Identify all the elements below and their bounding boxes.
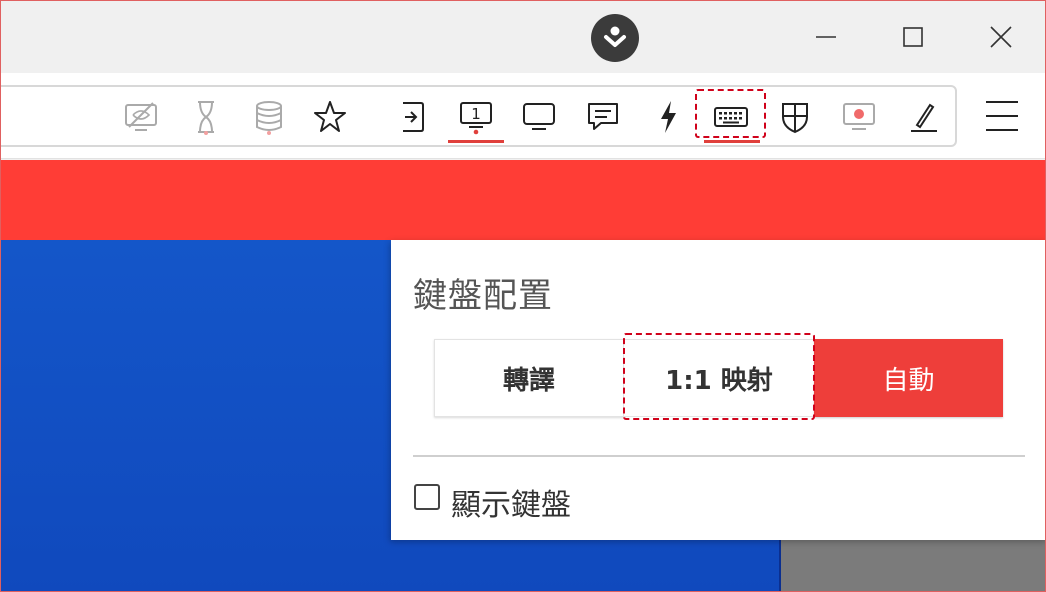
mode-translate-button[interactable]: 轉譯 xyxy=(434,339,624,417)
show-keyboard-checkbox[interactable] xyxy=(414,484,440,510)
download-circle-icon[interactable] xyxy=(591,14,639,62)
enter-icon[interactable] xyxy=(393,97,433,137)
active-indicator-screen xyxy=(448,140,504,143)
shield-icon[interactable] xyxy=(775,97,815,137)
minimize-icon[interactable] xyxy=(804,17,848,57)
accent-bar xyxy=(1,160,1045,240)
show-keyboard-label[interactable]: 顯示鍵盤 xyxy=(451,480,571,524)
keyboard-highlight xyxy=(695,89,766,138)
title-bar xyxy=(1,1,1045,73)
pen-icon[interactable] xyxy=(903,97,943,137)
database-icon[interactable] xyxy=(249,97,289,137)
hamburger-icon[interactable] xyxy=(981,96,1023,136)
record-icon[interactable] xyxy=(839,97,879,137)
screen-off-icon[interactable] xyxy=(121,97,161,137)
mode-auto-button[interactable]: 自動 xyxy=(814,339,1003,417)
divider xyxy=(413,455,1025,457)
screen-one-label: 1 xyxy=(471,105,481,123)
hourglass-icon[interactable] xyxy=(186,97,226,137)
active-indicator-keyboard xyxy=(704,140,760,143)
app-window: 1 鍵盤配置 轉譯 1:1 映射 自動 顯示鍵盤 xyxy=(0,0,1046,592)
lightning-icon[interactable] xyxy=(648,97,688,137)
screen-one-icon[interactable]: 1 xyxy=(456,97,496,137)
monitor-icon[interactable] xyxy=(519,97,559,137)
panel-title: 鍵盤配置 xyxy=(413,276,553,316)
keyboard-config-panel: 鍵盤配置 轉譯 1:1 映射 自動 顯示鍵盤 xyxy=(391,240,1045,540)
close-icon[interactable] xyxy=(979,17,1023,57)
maximize-icon[interactable] xyxy=(891,17,935,57)
star-icon[interactable] xyxy=(310,97,350,137)
map-mode-highlight xyxy=(623,333,815,420)
chat-icon[interactable] xyxy=(583,97,623,137)
